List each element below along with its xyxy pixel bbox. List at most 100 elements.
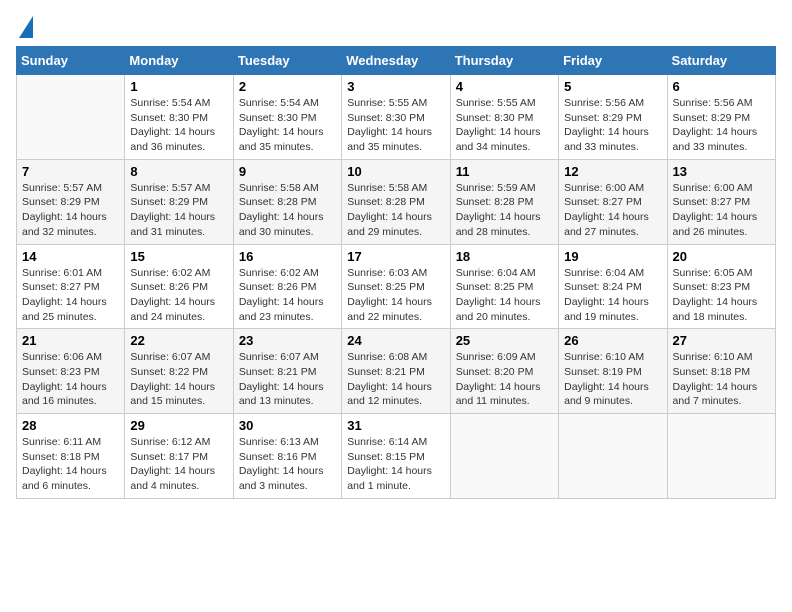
- day-number: 28: [22, 418, 119, 433]
- calendar-row-4: 28 Sunrise: 6:11 AM Sunset: 8:18 PM Dayli…: [17, 414, 776, 499]
- day-number: 16: [239, 249, 336, 264]
- calendar-cell: [667, 414, 775, 499]
- cell-content: Sunrise: 6:06 AM Sunset: 8:23 PM Dayligh…: [22, 350, 119, 409]
- day-number: 29: [130, 418, 227, 433]
- calendar-cell: 22 Sunrise: 6:07 AM Sunset: 8:22 PM Dayli…: [125, 329, 233, 414]
- calendar-cell: 6 Sunrise: 5:56 AM Sunset: 8:29 PM Daylig…: [667, 75, 775, 160]
- calendar-row-2: 14 Sunrise: 6:01 AM Sunset: 8:27 PM Dayli…: [17, 244, 776, 329]
- day-number: 26: [564, 333, 661, 348]
- day-number: 25: [456, 333, 553, 348]
- cell-content: Sunrise: 5:54 AM Sunset: 8:30 PM Dayligh…: [239, 96, 336, 155]
- cell-content: Sunrise: 6:03 AM Sunset: 8:25 PM Dayligh…: [347, 266, 444, 325]
- cell-content: Sunrise: 6:07 AM Sunset: 8:22 PM Dayligh…: [130, 350, 227, 409]
- calendar-row-1: 7Sunrise: 5:57 AM Sunset: 8:29 PM Daylig…: [17, 159, 776, 244]
- day-number: 27: [673, 333, 770, 348]
- cell-content: Sunrise: 6:08 AM Sunset: 8:21 PM Dayligh…: [347, 350, 444, 409]
- cell-content: Sunrise: 6:13 AM Sunset: 8:16 PM Dayligh…: [239, 435, 336, 494]
- day-number: 13: [673, 164, 770, 179]
- calendar-cell: 23 Sunrise: 6:07 AM Sunset: 8:21 PM Dayli…: [233, 329, 341, 414]
- cell-content: Sunrise: 5:56 AM Sunset: 8:29 PM Dayligh…: [564, 96, 661, 155]
- calendar-cell: [450, 414, 558, 499]
- cell-content: Sunrise: 5:56 AM Sunset: 8:29 PM Dayligh…: [673, 96, 770, 155]
- cell-content: Sunrise: 6:01 AM Sunset: 8:27 PM Dayligh…: [22, 266, 119, 325]
- cell-content: Sunrise: 6:04 AM Sunset: 8:25 PM Dayligh…: [456, 266, 553, 325]
- day-number: 24: [347, 333, 444, 348]
- logo: [16, 16, 33, 36]
- calendar-cell: 15 Sunrise: 6:02 AM Sunset: 8:26 PM Dayli…: [125, 244, 233, 329]
- cell-content: Sunrise: 5:58 AM Sunset: 8:28 PM Dayligh…: [239, 181, 336, 240]
- day-number: 9: [239, 164, 336, 179]
- header-cell-monday: Monday: [125, 47, 233, 75]
- calendar-cell: 9 Sunrise: 5:58 AM Sunset: 8:28 PM Daylig…: [233, 159, 341, 244]
- day-number: 5: [564, 79, 661, 94]
- cell-content: Sunrise: 6:05 AM Sunset: 8:23 PM Dayligh…: [673, 266, 770, 325]
- day-number: 20: [673, 249, 770, 264]
- cell-content: Sunrise: 6:02 AM Sunset: 8:26 PM Dayligh…: [130, 266, 227, 325]
- header-row: SundayMondayTuesdayWednesdayThursdayFrid…: [17, 47, 776, 75]
- calendar-cell: 30Sunrise: 6:13 AM Sunset: 8:16 PM Dayli…: [233, 414, 341, 499]
- day-number: 14: [22, 249, 119, 264]
- day-number: 6: [673, 79, 770, 94]
- day-number: 4: [456, 79, 553, 94]
- day-number: 21: [22, 333, 119, 348]
- calendar-cell: 14 Sunrise: 6:01 AM Sunset: 8:27 PM Dayli…: [17, 244, 125, 329]
- cell-content: Sunrise: 5:55 AM Sunset: 8:30 PM Dayligh…: [347, 96, 444, 155]
- cell-content: Sunrise: 6:11 AM Sunset: 8:18 PM Dayligh…: [22, 435, 119, 494]
- cell-content: Sunrise: 6:00 AM Sunset: 8:27 PM Dayligh…: [564, 181, 661, 240]
- cell-content: Sunrise: 5:55 AM Sunset: 8:30 PM Dayligh…: [456, 96, 553, 155]
- day-number: 2: [239, 79, 336, 94]
- day-number: 11: [456, 164, 553, 179]
- cell-content: Sunrise: 5:59 AM Sunset: 8:28 PM Dayligh…: [456, 181, 553, 240]
- calendar-cell: 21 Sunrise: 6:06 AM Sunset: 8:23 PM Dayli…: [17, 329, 125, 414]
- cell-content: Sunrise: 5:58 AM Sunset: 8:28 PM Dayligh…: [347, 181, 444, 240]
- calendar-cell: 3Sunrise: 5:55 AM Sunset: 8:30 PM Daylig…: [342, 75, 450, 160]
- calendar-cell: 1Sunrise: 5:54 AM Sunset: 8:30 PM Daylig…: [125, 75, 233, 160]
- calendar-cell: 11 Sunrise: 5:59 AM Sunset: 8:28 PM Dayli…: [450, 159, 558, 244]
- calendar-row-3: 21 Sunrise: 6:06 AM Sunset: 8:23 PM Dayli…: [17, 329, 776, 414]
- calendar-header: SundayMondayTuesdayWednesdayThursdayFrid…: [17, 47, 776, 75]
- day-number: 17: [347, 249, 444, 264]
- calendar-cell: 20 Sunrise: 6:05 AM Sunset: 8:23 PM Dayli…: [667, 244, 775, 329]
- calendar-cell: 26 Sunrise: 6:10 AM Sunset: 8:19 PM Dayli…: [559, 329, 667, 414]
- day-number: 15: [130, 249, 227, 264]
- cell-content: Sunrise: 6:07 AM Sunset: 8:21 PM Dayligh…: [239, 350, 336, 409]
- calendar-cell: 12 Sunrise: 6:00 AM Sunset: 8:27 PM Dayli…: [559, 159, 667, 244]
- calendar-cell: 25Sunrise: 6:09 AM Sunset: 8:20 PM Dayli…: [450, 329, 558, 414]
- calendar-row-0: 1 Sunrise: 5:54 AM Sunset: 8:30 PM Daylig…: [17, 75, 776, 160]
- calendar-cell: 10 Sunrise: 5:58 AM Sunset: 8:28 PM Dayli…: [342, 159, 450, 244]
- day-number: 10: [347, 164, 444, 179]
- cell-content: Sunrise: 6:14 AM Sunset: 8:15 PM Dayligh…: [347, 435, 444, 494]
- day-number: 22: [130, 333, 227, 348]
- calendar-cell: [559, 414, 667, 499]
- calendar-cell: 31 Sunrise: 6:14 AM Sunset: 8:15 PM Dayli…: [342, 414, 450, 499]
- calendar-cell: 17 Sunrise: 6:03 AM Sunset: 8:25 PM Dayli…: [342, 244, 450, 329]
- header-cell-thursday: Thursday: [450, 47, 558, 75]
- calendar-cell: 16Sunrise: 6:02 AM Sunset: 8:26 PM Dayli…: [233, 244, 341, 329]
- day-number: 31: [347, 418, 444, 433]
- header-cell-sunday: Sunday: [17, 47, 125, 75]
- header-cell-tuesday: Tuesday: [233, 47, 341, 75]
- calendar-cell: 27 Sunrise: 6:10 AM Sunset: 8:18 PM Dayli…: [667, 329, 775, 414]
- header-cell-friday: Friday: [559, 47, 667, 75]
- calendar-cell: 28 Sunrise: 6:11 AM Sunset: 8:18 PM Dayli…: [17, 414, 125, 499]
- day-number: 8: [130, 164, 227, 179]
- day-number: 12: [564, 164, 661, 179]
- header-cell-wednesday: Wednesday: [342, 47, 450, 75]
- cell-content: Sunrise: 6:10 AM Sunset: 8:19 PM Dayligh…: [564, 350, 661, 409]
- calendar-cell: 24 Sunrise: 6:08 AM Sunset: 8:21 PM Dayli…: [342, 329, 450, 414]
- calendar-table: SundayMondayTuesdayWednesdayThursdayFrid…: [16, 46, 776, 499]
- cell-content: Sunrise: 6:12 AM Sunset: 8:17 PM Dayligh…: [130, 435, 227, 494]
- calendar-cell: [17, 75, 125, 160]
- cell-content: Sunrise: 5:57 AM Sunset: 8:29 PM Dayligh…: [22, 181, 119, 240]
- calendar-body: 1 Sunrise: 5:54 AM Sunset: 8:30 PM Daylig…: [17, 75, 776, 499]
- day-number: 23: [239, 333, 336, 348]
- calendar-cell: 18Sunrise: 6:04 AM Sunset: 8:25 PM Dayli…: [450, 244, 558, 329]
- calendar-cell: 13 Sunrise: 6:00 AM Sunset: 8:27 PM Dayli…: [667, 159, 775, 244]
- calendar-cell: 5 Sunrise: 5:56 AM Sunset: 8:29 PM Daylig…: [559, 75, 667, 160]
- day-number: 1: [130, 79, 227, 94]
- cell-content: Sunrise: 6:10 AM Sunset: 8:18 PM Dayligh…: [673, 350, 770, 409]
- cell-content: Sunrise: 5:57 AM Sunset: 8:29 PM Dayligh…: [130, 181, 227, 240]
- cell-content: Sunrise: 6:00 AM Sunset: 8:27 PM Dayligh…: [673, 181, 770, 240]
- logo-triangle-icon: [19, 16, 33, 38]
- calendar-cell: 8 Sunrise: 5:57 AM Sunset: 8:29 PM Daylig…: [125, 159, 233, 244]
